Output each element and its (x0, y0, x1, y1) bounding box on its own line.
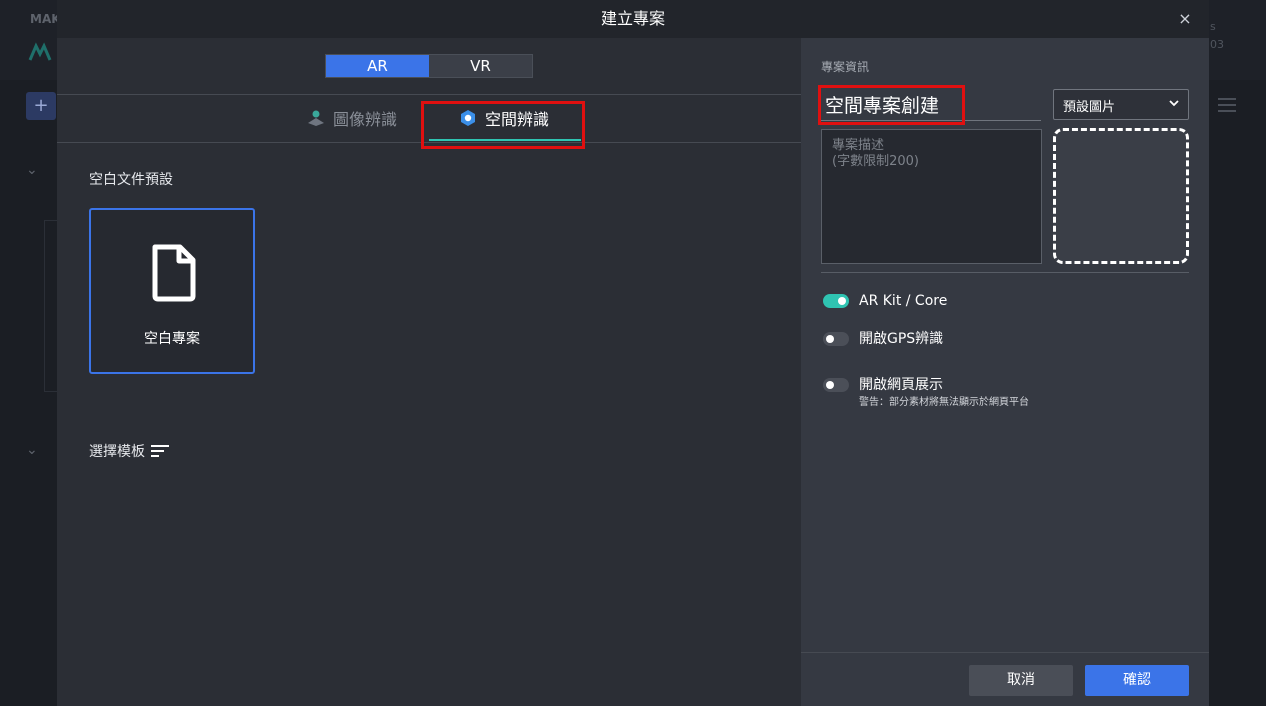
filter-icon (151, 445, 169, 457)
document-icon (152, 244, 196, 302)
background-right-text: 03 (1210, 38, 1224, 51)
divider (801, 652, 1209, 653)
cancel-button[interactable]: 取消 (969, 665, 1073, 696)
description-placeholder: 專案描述 (字數限制200) (832, 138, 919, 169)
background-right-text: s (1210, 20, 1216, 33)
cover-image-select[interactable]: 預設圖片 (1053, 89, 1189, 120)
highlight-box (421, 101, 585, 149)
web-display-toggle[interactable] (823, 378, 849, 392)
blank-project-card[interactable]: 空白專案 (89, 208, 255, 374)
template-label: 選擇模板 (89, 444, 145, 460)
background-logo-text: MAK (30, 12, 61, 26)
highlight-box (818, 85, 965, 125)
web-display-toggle-row: 開啟網頁展示 警告：部分素材將無法顯示於網頁平台 (823, 376, 1029, 410)
tab-image-recognition[interactable]: 圖像辨識 (307, 95, 397, 141)
arkit-toggle-row: AR Kit / Core (823, 292, 947, 310)
project-info-panel: 專案資訊 專案描述 (字數限制200) 預設圖片 AR Kit / Core 開… (801, 38, 1209, 706)
modal-title: 建立專案 (600, 9, 665, 28)
chevron-down-icon (1169, 100, 1179, 107)
cover-image-select-value: 預設圖片 (1063, 100, 1116, 115)
ar-mode-button[interactable]: AR (326, 55, 429, 77)
background-logo-icon (28, 42, 52, 61)
arkit-toggle-label: AR Kit / Core (859, 293, 948, 309)
left-panel: AR VR 圖像辨識 空間辨識 空白文件預設 空白專案 選擇模板 (57, 38, 801, 706)
create-project-modal: 建立專案 × AR VR 圖像辨識 空間辨識 空白文件預設 空白專案 選擇模板 … (57, 0, 1209, 706)
image-upload-dropzone[interactable] (1053, 128, 1189, 264)
blank-project-label: 空白專案 (144, 331, 200, 347)
vr-mode-button[interactable]: VR (429, 55, 532, 77)
ar-vr-toggle: AR VR (325, 54, 533, 78)
template-section[interactable]: 選擇模板 (89, 441, 169, 461)
arkit-toggle[interactable] (823, 294, 849, 308)
gps-toggle-label: 開啟GPS辨識 (859, 331, 944, 347)
project-description-field[interactable]: 專案描述 (字數限制200) (821, 129, 1042, 264)
background-add-button: + (26, 92, 56, 120)
divider (821, 272, 1189, 273)
modal-header: 建立專案 × (57, 0, 1209, 38)
background-chevron-icon: ⌄ (26, 162, 38, 178)
tab-label: 圖像辨識 (333, 110, 398, 129)
image-recognition-icon (308, 110, 324, 126)
project-info-label: 專案資訊 (821, 60, 870, 74)
gps-toggle[interactable] (823, 332, 849, 346)
background-list-icon (1218, 98, 1236, 116)
web-display-toggle-label: 開啟網頁展示 (859, 377, 943, 393)
gps-toggle-row: 開啟GPS辨識 (823, 330, 943, 348)
web-display-warning: 警告：部分素材將無法顯示於網頁平台 (859, 397, 1029, 408)
background-chevron-icon: ⌄ (26, 442, 38, 458)
close-icon[interactable]: × (1175, 9, 1195, 29)
confirm-button[interactable]: 確認 (1085, 665, 1189, 696)
blank-preset-label: 空白文件預設 (89, 172, 173, 188)
